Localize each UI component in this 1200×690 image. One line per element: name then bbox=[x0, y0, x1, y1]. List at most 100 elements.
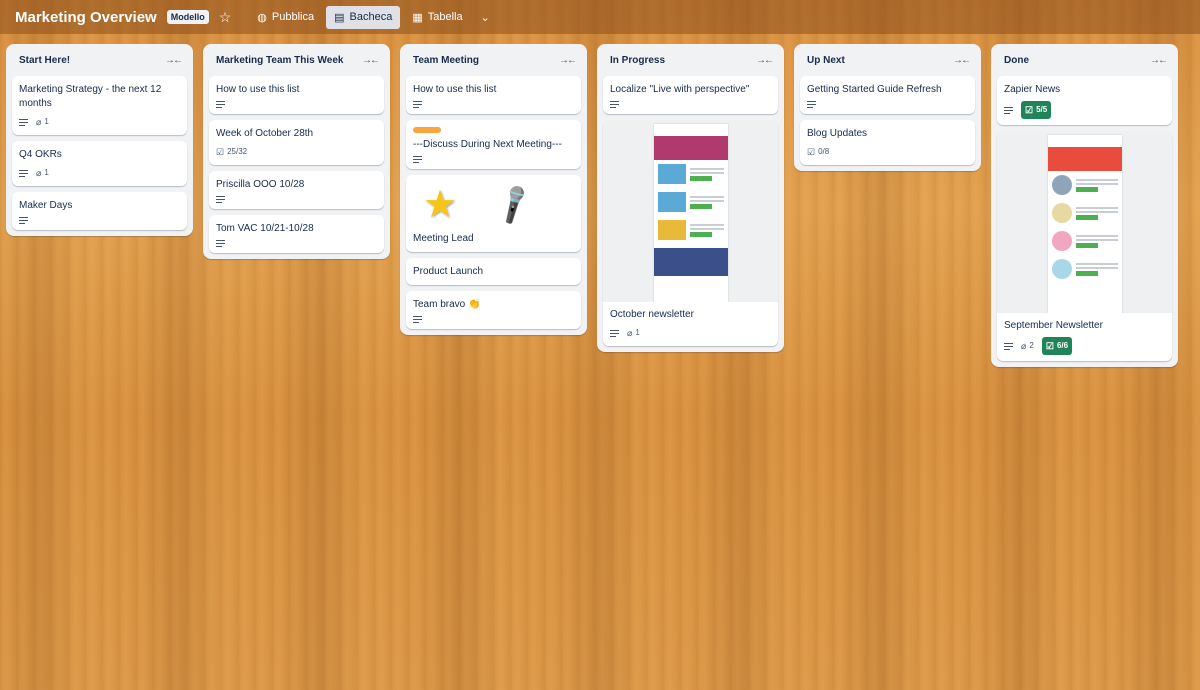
card-title: Marketing Strategy - the next 12 months bbox=[19, 84, 162, 109]
list-title[interactable]: Start Here! bbox=[19, 55, 70, 66]
card-badges bbox=[413, 156, 574, 163]
attachment-count: 2 bbox=[1029, 341, 1034, 350]
checklist-badge-complete: ☑ 6/6 bbox=[1041, 337, 1073, 355]
list-header: Done →← bbox=[997, 44, 1172, 76]
newsletter-header bbox=[1047, 147, 1122, 171]
card-title: October newsletter bbox=[610, 309, 694, 320]
checklist-count: 5/5 bbox=[1036, 105, 1048, 114]
description-icon bbox=[19, 217, 28, 224]
card-label-orange bbox=[413, 127, 441, 133]
card-title: Zapier News bbox=[1004, 84, 1061, 95]
view-table-button[interactable]: ▦ Tabella bbox=[404, 6, 470, 29]
card-title: Blog Updates bbox=[807, 128, 868, 139]
list-up-next[interactable]: Up Next →← Getting Started Guide Refresh… bbox=[794, 44, 981, 171]
card-title: Localize "Live with perspective" bbox=[610, 84, 750, 95]
globe-icon: ◍ bbox=[257, 11, 267, 24]
card-cover-image bbox=[603, 120, 778, 302]
card-title: ---Discuss During Next Meeting--- bbox=[413, 139, 562, 150]
card[interactable]: October newsletter ⌀ 1 bbox=[603, 120, 778, 346]
description-icon bbox=[413, 156, 422, 163]
collapse-icon[interactable]: →← bbox=[165, 55, 183, 66]
card[interactable]: Week of October 28th ☑ 25/32 bbox=[209, 120, 384, 165]
list-title[interactable]: Up Next bbox=[807, 55, 845, 66]
card-title: Week of October 28th bbox=[216, 128, 314, 139]
card[interactable]: Tom VAC 10/21-10/28 bbox=[209, 215, 384, 253]
list-title[interactable]: Marketing Team This Week bbox=[216, 55, 343, 66]
description-icon bbox=[413, 316, 422, 323]
collapse-icon[interactable]: →← bbox=[362, 55, 380, 66]
list-title[interactable]: Team Meeting bbox=[413, 55, 479, 66]
list-header: Team Meeting →← bbox=[406, 44, 581, 76]
card[interactable]: Getting Started Guide Refresh bbox=[800, 76, 975, 114]
paperclip-icon: ⌀ bbox=[1021, 341, 1027, 351]
card[interactable]: How to use this list bbox=[209, 76, 384, 114]
collapse-icon[interactable]: →← bbox=[953, 55, 971, 66]
list-marketing-team-this-week[interactable]: Marketing Team This Week →← How to use t… bbox=[203, 44, 390, 259]
list-header: Marketing Team This Week →← bbox=[209, 44, 384, 76]
view-board-button[interactable]: ▤ Bacheca bbox=[326, 5, 401, 29]
list-title[interactable]: Done bbox=[1004, 55, 1029, 66]
card-stickers: ★ 🎤 bbox=[413, 182, 574, 228]
card-title: Maker Days bbox=[19, 200, 73, 211]
description-icon bbox=[413, 101, 422, 108]
view-board-label: Bacheca bbox=[349, 11, 393, 23]
collapse-icon[interactable]: →← bbox=[1150, 55, 1168, 66]
card[interactable]: How to use this list bbox=[406, 76, 581, 114]
checkbox-icon: ☑ bbox=[216, 147, 225, 157]
card-badges bbox=[216, 101, 377, 108]
list-done[interactable]: Done →← Zapier News ☑ 5/5 September Newsl… bbox=[991, 44, 1178, 367]
list-team-meeting[interactable]: Team Meeting →← How to use this list ---… bbox=[400, 44, 587, 335]
list-header: In Progress →← bbox=[603, 44, 778, 76]
card[interactable]: Maker Days bbox=[12, 192, 187, 230]
card[interactable]: September Newsletter ⌀ 2 ☑ 6/6 bbox=[997, 131, 1172, 361]
list-in-progress[interactable]: In Progress →← Localize "Live with persp… bbox=[597, 44, 784, 352]
description-icon bbox=[19, 169, 28, 177]
card-badges bbox=[413, 316, 574, 323]
card-badges: ⌀ 2 ☑ 6/6 bbox=[1004, 337, 1165, 355]
card[interactable]: Product Launch bbox=[406, 258, 581, 285]
attachment-badge: ⌀ 1 bbox=[627, 326, 640, 340]
card-title: September Newsletter bbox=[1004, 320, 1103, 331]
checklist-badge: ☑ 25/32 bbox=[216, 145, 247, 159]
card-badges: ⌀ 1 bbox=[19, 115, 180, 129]
card-badges: ☑ 5/5 bbox=[1004, 101, 1165, 119]
description-icon bbox=[610, 101, 619, 108]
card[interactable]: Marketing Strategy - the next 12 months … bbox=[12, 76, 187, 135]
card[interactable]: Localize "Live with perspective" bbox=[603, 76, 778, 114]
board-lists: Start Here! →← Marketing Strategy - the … bbox=[6, 44, 1178, 367]
table-icon: ▦ bbox=[412, 11, 423, 24]
card[interactable]: Blog Updates ☑ 0/8 bbox=[800, 120, 975, 165]
view-table-label: Tabella bbox=[427, 11, 463, 23]
card[interactable]: Priscilla OOO 10/28 bbox=[209, 171, 384, 209]
card-badges bbox=[216, 240, 377, 247]
checkbox-icon: ☑ bbox=[1025, 105, 1034, 115]
board-icon: ▤ bbox=[334, 11, 345, 24]
list-header: Start Here! →← bbox=[12, 44, 187, 76]
card[interactable]: Team bravo 👏 bbox=[406, 291, 581, 329]
list-start-here[interactable]: Start Here! →← Marketing Strategy - the … bbox=[6, 44, 193, 236]
checklist-badge: ☑ 0/8 bbox=[807, 145, 829, 159]
star-icon[interactable]: ☆ bbox=[219, 9, 232, 26]
card[interactable]: ★ 🎤 Meeting Lead bbox=[406, 175, 581, 252]
card-title: How to use this list bbox=[216, 84, 300, 95]
collapse-icon[interactable]: →← bbox=[756, 55, 774, 66]
collapse-icon[interactable]: →← bbox=[559, 55, 577, 66]
list-title[interactable]: In Progress bbox=[610, 55, 665, 66]
card[interactable]: Q4 OKRs ⌀ 1 bbox=[12, 141, 187, 186]
microphone-icon: 🎤 bbox=[491, 182, 538, 227]
card-title: Meeting Lead bbox=[413, 233, 474, 244]
card[interactable]: ---Discuss During Next Meeting--- bbox=[406, 120, 581, 169]
description-icon bbox=[19, 118, 28, 126]
card-badges: ⌀ 1 bbox=[19, 166, 180, 180]
card-badges bbox=[807, 101, 968, 108]
board-title[interactable]: Marketing Overview bbox=[15, 9, 157, 26]
template-tag: Modello bbox=[166, 10, 209, 24]
attachment-count: 1 bbox=[44, 168, 49, 177]
checklist-badge-complete: ☑ 5/5 bbox=[1021, 101, 1052, 119]
card[interactable]: Zapier News ☑ 5/5 bbox=[997, 76, 1172, 125]
card-badges bbox=[610, 101, 771, 108]
card-title: Product Launch bbox=[413, 266, 484, 277]
newsletter-preview bbox=[1047, 135, 1122, 313]
chevron-down-icon[interactable]: ⌄ bbox=[481, 11, 490, 24]
visibility-button[interactable]: ◍ Pubblica bbox=[249, 6, 322, 29]
